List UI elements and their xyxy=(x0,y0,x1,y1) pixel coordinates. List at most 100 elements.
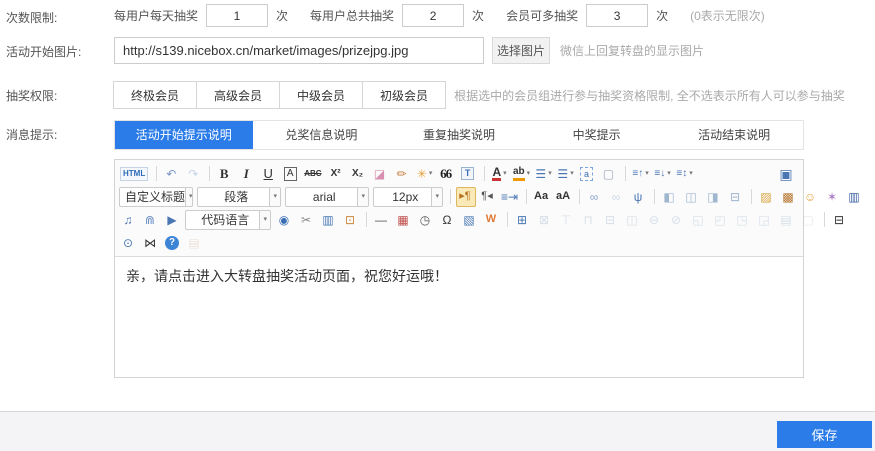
preview-search-icon[interactable]: ⊙ xyxy=(119,233,139,253)
columns-icon[interactable]: ▥ xyxy=(319,210,339,230)
find-replace-icon[interactable]: ⋈ xyxy=(141,233,161,253)
image-left-icon[interactable]: ◧ xyxy=(660,187,680,207)
ordered-list-icon[interactable]: ☰ ▾ xyxy=(534,164,554,184)
line-height-icon[interactable]: ≡↕ ▾ xyxy=(675,164,695,184)
italic-icon[interactable]: I xyxy=(237,164,257,184)
horizontal-rule-icon[interactable]: — xyxy=(372,210,392,230)
attachment-icon[interactable]: ⋒ xyxy=(141,210,161,230)
anchor-icon[interactable]: ψ xyxy=(629,187,649,207)
lowercase-icon[interactable]: aA xyxy=(554,187,574,207)
superscript-icon[interactable]: X² xyxy=(327,164,347,184)
blockquote-icon[interactable]: 66 xyxy=(437,164,457,184)
delete-row-icon[interactable]: ⊖ xyxy=(645,210,665,230)
split-cells-icon[interactable]: ◲ xyxy=(755,210,775,230)
snapshot-icon[interactable]: ⊡ xyxy=(341,210,361,230)
custom-title-select[interactable]: 自定义标题 ▾ xyxy=(119,187,193,207)
image-center-icon[interactable]: ◫ xyxy=(682,187,702,207)
message-tab-label: 中奖提示 xyxy=(573,128,621,142)
insert-video-icon[interactable]: ▶ xyxy=(163,210,183,230)
video-icon[interactable]: ▥ xyxy=(845,187,865,207)
font-family-select[interactable]: arial ▾ xyxy=(285,187,369,207)
subscript-icon[interactable]: X₂ xyxy=(349,164,369,184)
member-group-button[interactable]: 中级会员 xyxy=(279,81,363,109)
emotion-icon[interactable]: ☺ xyxy=(801,187,821,207)
date-icon[interactable]: ▦ xyxy=(394,210,414,230)
member-group-button[interactable]: 高级会员 xyxy=(196,81,280,109)
choose-image-button[interactable]: 选择图片 xyxy=(492,37,550,64)
app-icon[interactable]: ◉ xyxy=(275,210,295,230)
font-border-icon[interactable]: A xyxy=(281,164,301,184)
insert-row-icon[interactable]: ⊟ xyxy=(601,210,621,230)
merge-down-icon[interactable]: ◳ xyxy=(733,210,753,230)
toolbar-separator xyxy=(484,166,485,181)
toolbar-separator xyxy=(366,212,367,227)
link-icon[interactable]: ∞ xyxy=(585,187,605,207)
underline-icon[interactable]: U xyxy=(259,164,279,184)
preview-icon[interactable]: ▣ xyxy=(777,164,797,184)
member-extra-input[interactable] xyxy=(586,4,648,27)
drafts-icon[interactable]: ▤ xyxy=(185,233,205,253)
undo-icon[interactable]: ↶ xyxy=(162,164,182,184)
split-rows-icon[interactable]: ▤ xyxy=(777,210,797,230)
unlink-icon[interactable]: ∞ xyxy=(607,187,627,207)
merge-cells-icon[interactable]: ◱ xyxy=(689,210,709,230)
uppercase-icon[interactable]: Aa xyxy=(532,187,552,207)
form-icon[interactable]: ▧ xyxy=(460,210,480,230)
time-icon[interactable]: ◷ xyxy=(416,210,436,230)
table-title-icon[interactable]: ⊤ xyxy=(557,210,577,230)
unordered-list-icon[interactable]: ☰ ▾ xyxy=(556,164,576,184)
per-day-label: 每用户每天抽奖 xyxy=(114,7,198,24)
message-tab[interactable]: 重复抽奖说明 xyxy=(390,121,528,149)
save-button[interactable]: 保存 xyxy=(777,421,872,448)
image-block-icon[interactable]: ⊟ xyxy=(726,187,746,207)
music-icon[interactable]: ♫ xyxy=(119,210,139,230)
message-tab[interactable]: 活动开始提示说明 xyxy=(115,121,253,149)
selectall-icon[interactable]: a xyxy=(578,164,598,184)
insert-title-row-icon[interactable]: ⊓ xyxy=(579,210,599,230)
image-right-icon[interactable]: ◨ xyxy=(704,187,724,207)
rowspacing-bottom-icon[interactable]: ≡↓ ▾ xyxy=(653,164,673,184)
strikethrough-icon[interactable]: ABC xyxy=(303,164,324,184)
html-source-icon[interactable]: HTML xyxy=(119,164,151,184)
format-brush-icon[interactable]: ✏ xyxy=(393,164,413,184)
editor-content-area[interactable]: 亲，请点击进入大转盘抽奖活动页面，祝您好运哦！ xyxy=(115,257,803,377)
insert-table-icon[interactable]: ⊞ xyxy=(513,210,533,230)
rtl-icon[interactable]: ¶◂ xyxy=(478,187,498,207)
bold-icon[interactable]: B xyxy=(215,164,235,184)
redo-icon[interactable]: ↷ xyxy=(184,164,204,184)
delete-col-icon[interactable]: ⊘ xyxy=(667,210,687,230)
font-size-select[interactable]: 12px ▾ xyxy=(373,187,443,207)
indent-icon[interactable]: ≡⇥ xyxy=(500,187,521,207)
member-group-button[interactable]: 终极会员 xyxy=(113,81,197,109)
pagebreak-icon[interactable]: ✂ xyxy=(297,210,317,230)
template-icon[interactable]: ▢ xyxy=(799,210,819,230)
paragraph-select[interactable]: 段落 ▾ xyxy=(197,187,281,207)
word-import-icon[interactable]: W xyxy=(482,210,502,230)
paste-text-icon[interactable]: T xyxy=(459,164,479,184)
merge-right-icon[interactable]: ◰ xyxy=(711,210,731,230)
forecolor-icon[interactable]: A ▾ xyxy=(490,164,510,184)
total-limit-group: 每用户总共抽奖 次 xyxy=(310,4,484,27)
multi-image-icon[interactable]: ▩ xyxy=(779,187,799,207)
cleardoc-icon[interactable]: ▢ xyxy=(600,164,620,184)
rowspacing-top-icon[interactable]: ≡↑ ▾ xyxy=(631,164,651,184)
print-icon[interactable]: ⊟ xyxy=(830,210,850,230)
message-tab[interactable]: 兑奖信息说明 xyxy=(253,121,391,149)
image-url-input[interactable] xyxy=(114,37,484,64)
insert-col-icon[interactable]: ◫ xyxy=(623,210,643,230)
insert-image-icon[interactable]: ▨ xyxy=(757,187,777,207)
code-language-select[interactable]: 代码语言 ▾ xyxy=(185,210,271,230)
ltr-icon[interactable]: ▸¶ xyxy=(456,187,476,207)
remove-format-icon[interactable]: ◪ xyxy=(371,164,391,184)
delete-table-icon[interactable]: ⊠ xyxy=(535,210,555,230)
message-tab[interactable]: 中奖提示 xyxy=(528,121,666,149)
per-day-input[interactable] xyxy=(206,4,268,27)
message-tab[interactable]: 活动结束说明 xyxy=(665,121,803,149)
total-input[interactable] xyxy=(402,4,464,27)
special-char-icon[interactable]: Ω xyxy=(438,210,458,230)
member-group-button[interactable]: 初级会员 xyxy=(362,81,446,109)
backcolor-icon[interactable]: ab ▾ xyxy=(512,164,532,184)
autotypeset-icon[interactable]: ✳ ▾ xyxy=(415,164,435,184)
scrawl-icon[interactable]: ✶ xyxy=(823,187,843,207)
help-icon[interactable]: ? xyxy=(163,233,183,253)
